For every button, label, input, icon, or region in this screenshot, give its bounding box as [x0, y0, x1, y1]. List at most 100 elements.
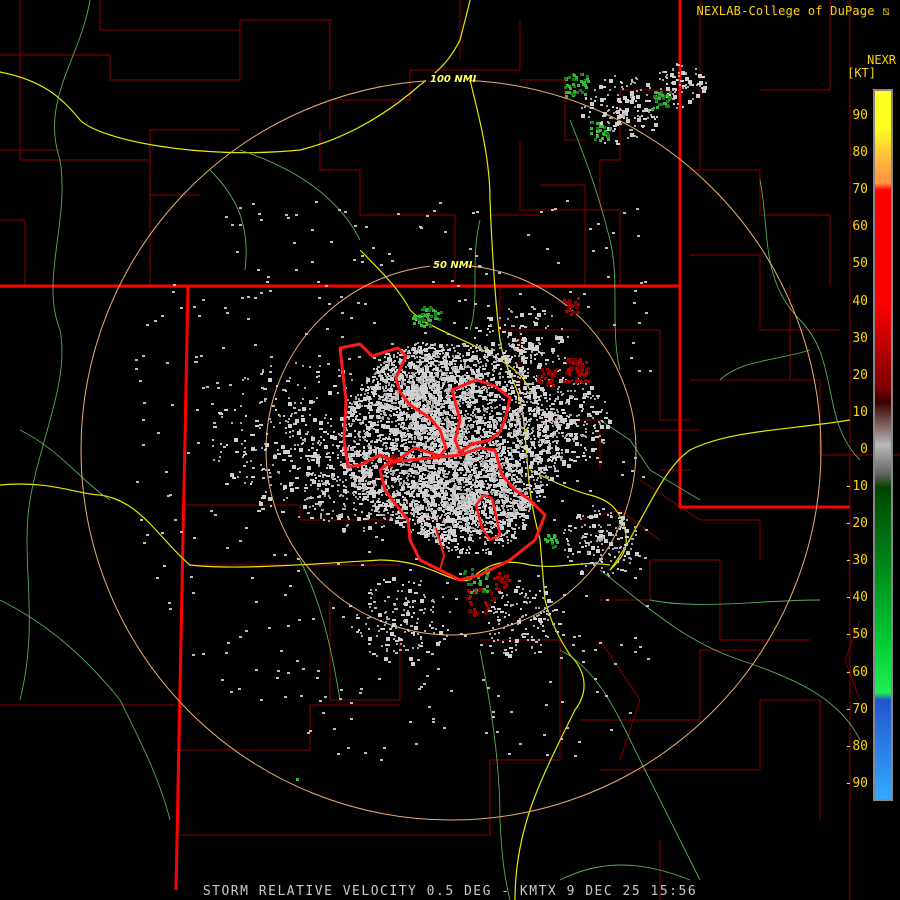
echo-pixel	[464, 517, 466, 519]
echo-pixel	[582, 388, 584, 390]
echo-pixel	[469, 489, 471, 491]
echo-pixel	[485, 363, 487, 365]
echo-pixel	[451, 434, 455, 436]
echo-pixel	[425, 356, 427, 358]
echo-pixel	[513, 419, 515, 421]
echo-pixel	[435, 484, 437, 486]
echo-pixel	[480, 463, 482, 465]
echo-pixel	[495, 420, 497, 422]
echo-pixel	[363, 530, 365, 532]
echo-pixel	[431, 406, 433, 408]
echo-pixel	[370, 501, 374, 503]
echo-pixel	[409, 424, 411, 426]
echo-pixel	[479, 537, 481, 539]
echo-pixel	[430, 365, 432, 367]
echo-pixel	[504, 462, 506, 464]
echo-pixel	[423, 427, 427, 429]
echo-pixel	[388, 505, 390, 507]
echo-pixel	[319, 503, 321, 505]
echo-pixel	[428, 535, 430, 537]
echo-pixel	[403, 411, 405, 413]
echo-pixel	[454, 417, 456, 419]
echo-pixel	[461, 415, 463, 417]
echo-pixel	[477, 459, 479, 461]
echo-pixel	[408, 469, 410, 471]
echo-pixel	[468, 552, 470, 554]
echo-pixel	[399, 409, 401, 411]
echo-pixel	[517, 478, 519, 480]
echo-pixel	[450, 502, 452, 504]
echo-pixel	[478, 362, 480, 364]
echo-pixel	[341, 513, 343, 515]
echo-pixel	[461, 510, 463, 512]
echo-pixel	[594, 427, 596, 429]
echo-pixel	[381, 410, 383, 412]
echo-pixel	[472, 540, 474, 542]
echo-pixel	[549, 444, 551, 446]
echo-pixel	[385, 445, 387, 447]
echo-pixel	[426, 421, 428, 423]
echo-pixel	[460, 525, 462, 527]
echo-pixel	[384, 408, 388, 410]
echo-pixel	[521, 481, 523, 483]
echo-pixel	[533, 392, 537, 396]
echo-pixel	[550, 456, 552, 458]
echo-pixel	[384, 471, 386, 473]
echo-pixel	[430, 431, 432, 433]
echo-pixel	[430, 525, 432, 527]
echo-pixel	[359, 413, 361, 415]
echo-pixel	[525, 396, 527, 398]
echo-pixel	[515, 426, 517, 428]
echo-pixel	[561, 421, 563, 423]
echo-pixel	[417, 486, 419, 488]
echo-pixel	[462, 355, 464, 357]
echo-pixel	[447, 432, 449, 434]
echo-pixel	[423, 462, 425, 464]
echo-pixel	[535, 459, 537, 461]
echo-pixel	[380, 364, 382, 366]
echo-pixel	[375, 463, 377, 465]
echo-pixel	[431, 472, 435, 474]
echo-pixel	[425, 507, 427, 509]
echo-pixel	[351, 403, 353, 405]
echo-pixel	[481, 460, 483, 462]
echo-pixel	[584, 421, 586, 423]
echo-pixel	[482, 421, 484, 423]
echo-pixel	[521, 434, 523, 436]
echo-pixel	[554, 400, 556, 402]
echo-pixel	[460, 457, 462, 459]
echo-pixel	[451, 533, 453, 535]
echo-pixel	[561, 381, 563, 383]
echo-pixel	[469, 475, 471, 477]
echo-pixel	[445, 400, 447, 402]
echo-pixel	[522, 366, 524, 368]
echo-pixel	[421, 527, 423, 529]
echo-pixel	[511, 527, 513, 529]
echo-pixel	[355, 396, 357, 398]
echo-pixel	[459, 405, 461, 407]
echo-pixel	[499, 404, 501, 406]
echo-pixel	[555, 447, 559, 451]
echo-pixel	[348, 423, 350, 425]
echo-pixel	[521, 467, 523, 469]
echo-pixel	[458, 518, 462, 520]
echo-pixel	[467, 511, 469, 513]
echo-pixel	[382, 386, 384, 388]
echo-pixel	[381, 424, 385, 428]
range-ring-labels: 100 NMI 50 NMI	[426, 73, 477, 271]
echo-pixel	[411, 372, 413, 374]
echo-pixel	[534, 483, 536, 485]
echo-pixel	[553, 408, 555, 410]
echo-pixel	[503, 464, 505, 466]
echo-pixel	[536, 479, 538, 481]
echo-pixel	[463, 474, 467, 476]
echo-pixel	[373, 449, 377, 453]
echo-pixel	[453, 424, 455, 426]
echo-pixel	[561, 394, 563, 396]
echo-pixel	[528, 476, 532, 478]
echo-pixel	[521, 399, 523, 401]
echo-pixel	[428, 391, 430, 393]
echo-pixel	[422, 373, 424, 375]
echo-pixel	[554, 423, 556, 425]
echo-pixel	[435, 404, 437, 406]
